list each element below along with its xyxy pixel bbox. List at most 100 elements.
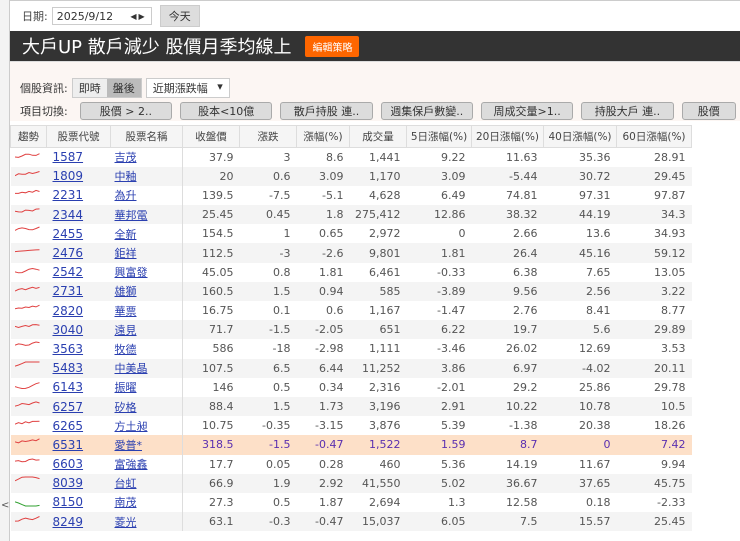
date-input[interactable]: 2025/9/12 ◀▶ — [51, 7, 152, 25]
cell-value: 460 — [379, 457, 401, 471]
table-row[interactable]: 6531 愛普* 318.5 -1.5 -0.47 1,522 1.59 8.7 0 7.42 — [10, 435, 692, 455]
stock-name-link[interactable]: 振曜 — [115, 381, 137, 394]
cell-value: 12.69 — [579, 342, 611, 356]
stock-code-link[interactable]: 8249 — [53, 515, 84, 529]
stock-code-link[interactable]: 6603 — [53, 457, 84, 471]
stock-name-link[interactable]: 南茂 — [115, 496, 137, 509]
table-row[interactable]: 2344 華邦電 25.45 0.45 1.8 275,412 12.86 38.32 44.1… — [10, 205, 692, 225]
stock-name-link[interactable]: 雄獅 — [115, 285, 137, 298]
stock-name-link[interactable]: 方土昶 — [115, 420, 148, 433]
stock-code-link[interactable]: 1587 — [53, 150, 84, 164]
stock-name-link[interactable]: 華邦電 — [115, 209, 148, 222]
column-header[interactable]: 漲幅(%) — [296, 125, 350, 148]
stock-code-link[interactable]: 3563 — [53, 342, 84, 356]
period-select[interactable]: 近期漲跌幅 ▾ — [145, 78, 230, 98]
column-header[interactable]: 成交量 — [349, 125, 407, 148]
table-row[interactable]: 8150 南茂 27.3 0.5 1.87 2,694 1.3 12.58 0.18 -2.33 — [11, 492, 692, 513]
stock-code-link[interactable]: 6257 — [53, 400, 84, 414]
stock-code-link[interactable]: 6143 — [53, 380, 84, 394]
table-row[interactable]: 1809 中釉 20 0.6 3.09 1,170 3.09 -5.44 30.72 29.45 — [10, 166, 692, 186]
stock-name-link[interactable]: 為升 — [115, 189, 137, 202]
stock-name-link[interactable]: 菱光 — [115, 516, 137, 529]
column-header[interactable]: 趨勢 — [10, 125, 47, 148]
table-row[interactable]: 2820 華票 16.75 0.1 0.6 1,167 -1.47 2.76 8.41 8.77 — [11, 301, 692, 321]
trend-sparkline — [10, 435, 47, 455]
stock-code-link[interactable]: 3040 — [53, 323, 84, 337]
cell-value: 0.8 — [273, 265, 291, 279]
stock-name-link[interactable]: 富強鑫 — [115, 458, 148, 471]
cell-value: 2.66 — [513, 227, 538, 241]
table-row[interactable]: 3040 遠見 71.7 -1.5 -2.05 651 6.22 19.7 5.6 29.89 — [10, 320, 692, 340]
stock-code-link[interactable]: 2820 — [53, 304, 84, 318]
stock-name-link[interactable]: 吉茂 — [115, 151, 137, 164]
table-row[interactable]: 2455 全新 154.5 1 0.65 2,972 0 2.66 13.6 34.93 — [11, 224, 692, 244]
cell-value: 25.45 — [182, 205, 240, 225]
switch-item-button[interactable]: 股價 > 2.. — [79, 102, 173, 120]
stock-name-link[interactable]: 遠見 — [115, 324, 137, 337]
column-header[interactable]: 漲跌 — [239, 125, 297, 148]
table-row[interactable]: 6603 富強鑫 17.7 0.05 0.28 460 5.36 14.19 11.67 9.94 — [11, 454, 692, 474]
trend-sparkline — [10, 512, 47, 532]
column-header[interactable]: 股票名稱 — [110, 125, 183, 148]
stock-name-link[interactable]: 中釉 — [115, 170, 137, 183]
column-header[interactable]: 收盤價 — [182, 125, 240, 148]
switch-item-button[interactable]: 股價 — [681, 102, 736, 120]
table-row[interactable]: 2731 雄獅 160.5 1.5 0.94 585 -3.89 9.56 2.56 3.22 — [10, 281, 692, 301]
switch-item-button[interactable]: 周成交量>1.. — [480, 102, 574, 120]
table-row[interactable]: 6143 振曜 146 0.5 0.34 2,316 -2.01 29.2 25.86 29.78 — [11, 377, 692, 397]
stock-code-link[interactable]: 1809 — [53, 169, 84, 183]
realtime-button[interactable]: 即時 — [72, 79, 107, 97]
stock-code-link[interactable]: 2231 — [53, 188, 84, 202]
stock-code-link[interactable]: 6531 — [53, 438, 84, 452]
stock-name-link[interactable]: 中美晶 — [115, 362, 148, 375]
stock-code-link[interactable]: 8150 — [53, 495, 84, 509]
stock-name-link[interactable]: 愛普* — [115, 439, 143, 452]
table-row[interactable]: 5483 中美晶 107.5 6.5 6.44 11,252 3.86 6.97 -4.02 20… — [10, 358, 692, 378]
date-stepper-icon[interactable]: ◀▶ — [130, 12, 150, 21]
table-row[interactable]: 3563 牧德 586 -18 -2.98 1,111 -3.46 26.02 12.69 3.5… — [11, 339, 692, 359]
table-row[interactable]: 2231 為升 139.5 -7.5 -5.1 4,628 6.49 74.81 97.31 97… — [11, 185, 692, 206]
stock-code-link[interactable]: 2542 — [53, 265, 84, 279]
cell-value: -2.33 — [657, 495, 686, 509]
switch-item-button[interactable]: 持股大戶 連.. — [581, 102, 674, 120]
stock-code-link[interactable]: 2731 — [53, 284, 84, 298]
column-header[interactable]: 60日漲幅(%) — [616, 125, 692, 148]
edit-strategy-button[interactable]: 編輯策略 — [305, 35, 360, 57]
stock-code-link[interactable]: 5483 — [53, 361, 84, 375]
column-header[interactable]: 股票代號 — [46, 125, 111, 148]
stock-code-link[interactable]: 2344 — [53, 208, 84, 222]
collapse-arrow-icon[interactable]: < — [1, 500, 9, 511]
stock-name-link[interactable]: 矽格 — [115, 401, 137, 414]
table-row[interactable]: 2542 興富發 45.05 0.8 1.81 6,461 -0.33 6.38 7.65 13.… — [11, 262, 692, 282]
switch-item-button[interactable]: 散戶持股 連.. — [280, 102, 373, 120]
cell-value: 29.2 — [513, 380, 538, 394]
table-row[interactable]: 8249 菱光 63.1 -0.3 -0.47 15,037 6.05 7.5 15.57 25.… — [10, 512, 692, 532]
table-row[interactable]: 6257 矽格 88.4 1.5 1.73 3,196 2.91 10.22 10.78 10.5 — [10, 396, 692, 417]
cell-value: 63.1 — [182, 512, 240, 532]
after-hours-button[interactable]: 盤後 — [106, 79, 141, 97]
column-header[interactable]: 40日漲幅(%) — [543, 125, 617, 148]
column-header[interactable]: 5日漲幅(%) — [406, 125, 472, 148]
column-header[interactable]: 20日漲幅(%) — [471, 125, 544, 148]
trend-sparkline — [11, 416, 47, 435]
stock-code-link[interactable]: 6265 — [53, 419, 84, 433]
table-row[interactable]: 1587 吉茂 37.9 3 8.6 1,441 9.22 11.63 35.36 28.91 — [11, 147, 692, 167]
stock-code-link[interactable]: 8039 — [53, 476, 84, 490]
cell-value: 74.81 — [506, 188, 538, 202]
switch-item-button[interactable]: 週集保戶數變.. — [380, 102, 473, 120]
stock-name-link[interactable]: 華票 — [115, 305, 137, 318]
stock-name-link[interactable]: 牧德 — [115, 343, 137, 356]
stock-name-link[interactable]: 全新 — [115, 228, 137, 241]
today-button[interactable]: 今天 — [159, 5, 200, 27]
table-row[interactable]: 6265 方土昶 10.75 -0.35 -3.15 3,876 5.39 -1.38 20.3… — [11, 416, 692, 436]
stock-name-link[interactable]: 興富發 — [115, 266, 148, 279]
table-row[interactable]: 8039 台虹 66.9 1.9 2.92 41,550 5.02 36.67 37.65 45.… — [10, 473, 692, 493]
stock-code-link[interactable]: 2476 — [53, 246, 84, 260]
stock-code-link[interactable]: 2455 — [53, 227, 84, 241]
stock-name-link[interactable]: 台虹 — [115, 477, 137, 490]
cell-value: 651 — [349, 320, 407, 340]
table-row[interactable]: 2476 鉅祥 112.5 -3 -2.6 9,801 1.81 26.4 45.16 59.12 — [10, 243, 692, 263]
stock-name-link[interactable]: 鉅祥 — [115, 247, 137, 260]
switch-item-button[interactable]: 股本<10億 — [180, 102, 273, 120]
cell-value: 0.34 — [319, 380, 344, 394]
